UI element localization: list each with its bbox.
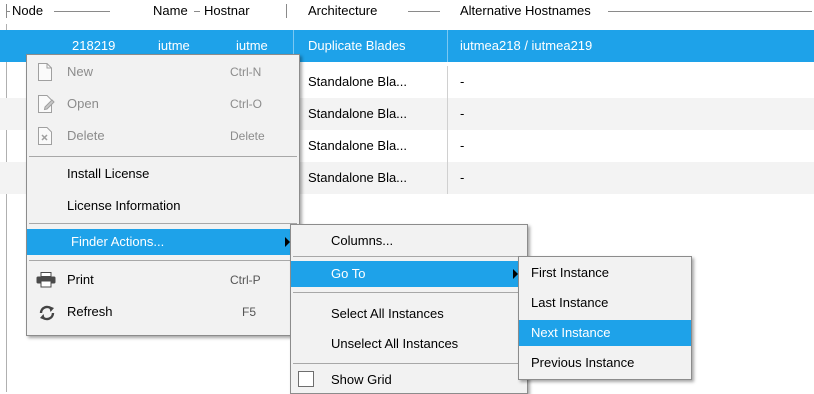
cell-name: iutme <box>158 38 190 53</box>
shortcut-label: F5 <box>242 305 257 319</box>
menu-item-previous-instance[interactable]: Previous Instance <box>519 350 691 376</box>
menu-item-last-instance[interactable]: Last Instance <box>519 290 691 316</box>
menu-item-columns[interactable]: Columns... <box>291 228 527 254</box>
menu-item-label: Finder Actions... <box>71 234 165 249</box>
menu-item-label: Unselect All Instances <box>331 336 459 351</box>
column-header-name[interactable]: Name <box>153 3 188 21</box>
menu-separator <box>293 292 525 293</box>
cell-alternative-hostnames: - <box>460 74 465 89</box>
cell-architecture: Standalone Bla... <box>308 138 408 153</box>
menu-item-go-to[interactable]: Go To <box>291 261 527 287</box>
menu-separator <box>29 223 297 224</box>
menu-item-label: Delete <box>67 128 105 143</box>
shortcut-label: Ctrl-N <box>230 65 262 79</box>
cell-architecture: Standalone Bla... <box>308 106 408 121</box>
column-header-hostname[interactable]: Hostnar <box>204 3 286 21</box>
column-header-alternative-hostnames[interactable]: Alternative Hostnames <box>460 3 591 21</box>
shortcut-label: Ctrl-P <box>230 273 261 287</box>
new-file-icon <box>38 63 52 81</box>
cell-architecture: Standalone Bla... <box>308 170 408 185</box>
menu-item-label: Select All Instances <box>331 306 444 321</box>
cell-hostname: iutme <box>236 38 268 53</box>
shortcut-label: Delete <box>230 129 265 143</box>
menu-item-label: Go To <box>331 266 366 281</box>
menu-item-new[interactable]: New Ctrl-N <box>27 59 299 85</box>
menu-item-label: Last Instance <box>531 295 609 310</box>
menu-item-license-information[interactable]: License Information <box>27 193 299 219</box>
cell-alternative-hostnames: - <box>460 170 465 185</box>
menu-item-show-grid[interactable]: Show Grid <box>291 367 527 393</box>
menu-item-label: Show Grid <box>331 372 392 387</box>
show-grid-checkbox[interactable] <box>298 371 314 387</box>
cell-architecture: Standalone Bla... <box>308 74 408 89</box>
menu-item-next-instance[interactable]: Next Instance <box>519 320 691 346</box>
menu-item-select-all-instances[interactable]: Select All Instances <box>291 301 527 327</box>
menu-item-label: Open <box>67 96 99 111</box>
menu-item-label: Next Instance <box>531 325 611 340</box>
printer-icon <box>36 272 56 288</box>
menu-item-label: Install License <box>67 166 150 181</box>
context-menu: New Ctrl-N Open Ctrl-O Delete Delete Ins… <box>26 54 300 336</box>
menu-item-label: Previous Instance <box>531 355 635 370</box>
cell-alternative-hostnames: - <box>460 106 465 121</box>
menu-item-first-instance[interactable]: First Instance <box>519 260 691 286</box>
menu-separator <box>29 260 297 261</box>
menu-item-label: New <box>67 64 94 79</box>
menu-item-install-license[interactable]: Install License <box>27 161 299 187</box>
menu-item-print[interactable]: Print Ctrl-P <box>27 267 299 293</box>
menu-separator <box>29 156 297 157</box>
cell-architecture: Duplicate Blades <box>308 38 406 53</box>
menu-item-unselect-all-instances[interactable]: Unselect All Instances <box>291 331 527 357</box>
finder-actions-submenu: Columns... Go To Select All Instances Un… <box>290 224 528 394</box>
column-header-node[interactable]: Node <box>12 3 43 21</box>
delete-file-icon <box>38 127 52 145</box>
menu-item-refresh[interactable]: Refresh F5 <box>27 299 299 325</box>
table-header: Node Name Hostnar Architecture Alternati… <box>0 0 814 24</box>
open-file-icon <box>38 95 55 113</box>
column-header-architecture[interactable]: Architecture <box>308 3 377 21</box>
menu-item-label: Columns... <box>331 233 394 248</box>
menu-item-label: License Information <box>67 198 181 213</box>
menu-item-label: Print <box>67 272 94 287</box>
cell-alternative-hostnames: - <box>460 138 465 153</box>
cell-alternative-hostnames: iutmea218 / iutmea219 <box>460 38 593 53</box>
menu-item-open[interactable]: Open Ctrl-O <box>27 91 299 117</box>
menu-separator <box>293 256 525 257</box>
shortcut-label: Ctrl-O <box>230 97 262 111</box>
menu-item-label: First Instance <box>531 265 610 280</box>
refresh-icon <box>39 305 55 321</box>
menu-item-label: Refresh <box>67 304 113 319</box>
menu-item-finder-actions[interactable]: Finder Actions... <box>27 229 299 255</box>
cell-node: 218219 <box>72 38 116 53</box>
menu-item-delete[interactable]: Delete Delete <box>27 123 299 149</box>
menu-separator <box>293 363 525 364</box>
go-to-submenu: First Instance Last Instance Next Instan… <box>518 256 692 380</box>
